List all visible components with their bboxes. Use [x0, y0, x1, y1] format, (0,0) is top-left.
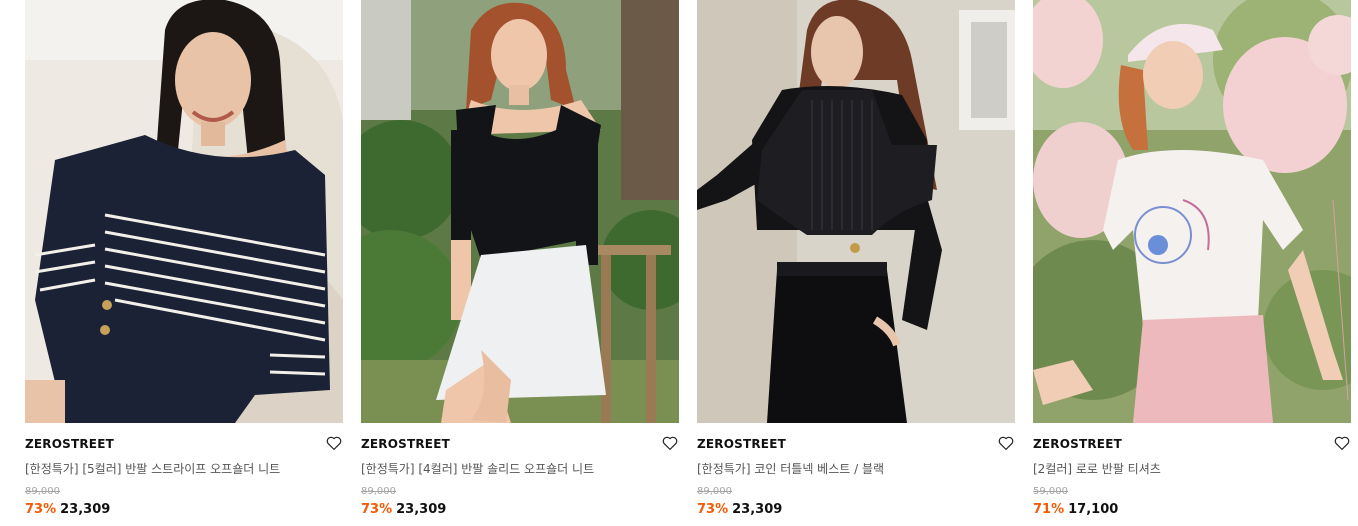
original-price: 89,000 [361, 486, 396, 497]
original-price: 59,000 [1033, 486, 1068, 497]
brand-name: ZEROSTREET [697, 437, 786, 451]
heart-outline-icon[interactable] [661, 434, 679, 452]
product-title[interactable]: [한정특가] [4컬러] 반팔 솔리드 오프숄더 니트 [361, 460, 594, 477]
sale-price: 23,309 [60, 502, 111, 517]
product-image-link[interactable] [697, 0, 1015, 423]
product-card: ZEROSTREET [2컬러] 로로 반팔 티셔츠 59,000 71% 17,… [1033, 0, 1351, 526]
discount-rate: 73% [361, 502, 393, 517]
brand-name: ZEROSTREET [25, 437, 114, 451]
product-photo [25, 0, 343, 423]
product-title[interactable]: [한정특가] [5컬러] 반팔 스트라이프 오프숄더 니트 [25, 460, 280, 477]
product-card: ZEROSTREET [한정특가] [5컬러] 반팔 스트라이프 오프숄더 니트… [25, 0, 343, 526]
heart-outline-icon[interactable] [997, 434, 1015, 452]
product-photo [361, 0, 679, 423]
brand-name: ZEROSTREET [1033, 437, 1122, 451]
discount-rate: 73% [25, 502, 57, 517]
product-photo [1033, 0, 1351, 423]
product-title[interactable]: [한정특가] 코인 터틀넥 베스트 / 블랙 [697, 460, 884, 477]
sale-price-line: 73% 23,309 [697, 502, 782, 517]
product-photo [697, 0, 1015, 423]
original-price: 89,000 [25, 486, 60, 497]
heart-outline-icon[interactable] [1333, 434, 1351, 452]
product-image-link[interactable] [25, 0, 343, 423]
product-card: ZEROSTREET [한정특가] [4컬러] 반팔 솔리드 오프숄더 니트 8… [361, 0, 679, 526]
product-grid: ZEROSTREET [한정특가] [5컬러] 반팔 스트라이프 오프숄더 니트… [0, 0, 1358, 526]
product-image-link[interactable] [361, 0, 679, 423]
product-title[interactable]: [2컬러] 로로 반팔 티셔츠 [1033, 460, 1161, 477]
brand-name: ZEROSTREET [361, 437, 450, 451]
sale-price-line: 71% 17,100 [1033, 502, 1118, 517]
sale-price: 23,309 [732, 502, 783, 517]
sale-price-line: 73% 23,309 [361, 502, 446, 517]
sale-price: 23,309 [396, 502, 447, 517]
original-price: 89,000 [697, 486, 732, 497]
sale-price-line: 73% 23,309 [25, 502, 110, 517]
discount-rate: 71% [1033, 502, 1065, 517]
sale-price: 17,100 [1068, 502, 1119, 517]
heart-outline-icon[interactable] [325, 434, 343, 452]
product-image-link[interactable] [1033, 0, 1351, 423]
discount-rate: 73% [697, 502, 729, 517]
product-card: ZEROSTREET [한정특가] 코인 터틀넥 베스트 / 블랙 89,000… [697, 0, 1015, 526]
